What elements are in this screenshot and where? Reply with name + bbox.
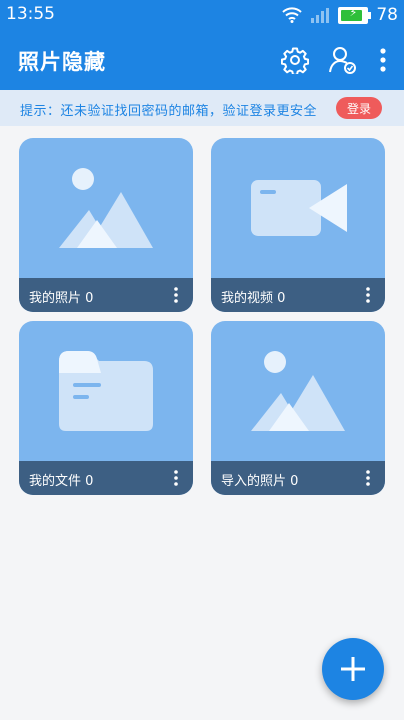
battery-level: 78 [376,5,398,25]
card-footer: 导入的照片 0 [211,461,385,495]
user-account-icon[interactable] [326,43,360,77]
card-label: 导入的照片 0 [221,474,299,489]
card-my-videos[interactable]: 我的视频 0 [211,138,385,312]
card-my-photos[interactable]: 我的照片 0 [19,138,193,312]
add-button[interactable] [322,638,384,700]
login-button[interactable]: 登录 [336,97,382,119]
battery-icon: ⚡ [338,5,372,24]
wifi-icon [282,7,303,23]
plus-icon [341,657,365,681]
card-label: 我的照片 0 [29,291,94,306]
card-label: 我的文件 0 [29,474,94,489]
card-more-icon[interactable] [359,466,377,490]
photo-icon [59,168,153,248]
status-icons: ⚡ 78 [282,4,398,26]
settings-gear-icon[interactable] [278,43,312,77]
status-bar: 13:55 ⚡ 78 [0,0,404,30]
folder-icon [59,351,153,431]
video-icon [251,180,347,236]
more-vertical-icon[interactable] [368,43,398,77]
card-footer: 我的照片 0 [19,278,193,312]
app-bar: 照片隐藏 [0,30,404,90]
hint-text: 提示：还未验证找回密码的邮箱，验证登录更安全 [20,104,318,119]
card-footer: 我的视频 0 [211,278,385,312]
signal-icon [311,8,330,23]
card-footer: 我的文件 0 [19,461,193,495]
app-title: 照片隐藏 [18,50,106,74]
status-time: 13:55 [6,4,55,24]
card-more-icon[interactable] [359,283,377,307]
card-imported-photos[interactable]: 导入的照片 0 [211,321,385,495]
card-more-icon[interactable] [167,466,185,490]
card-my-files[interactable]: 我的文件 0 [19,321,193,495]
card-more-icon[interactable] [167,283,185,307]
photo-icon [251,351,345,431]
charging-bolt-icon: ⚡ [349,5,358,19]
email-verify-hint: 提示：还未验证找回密码的邮箱，验证登录更安全 登录 [0,90,404,126]
card-label: 我的视频 0 [221,291,286,306]
